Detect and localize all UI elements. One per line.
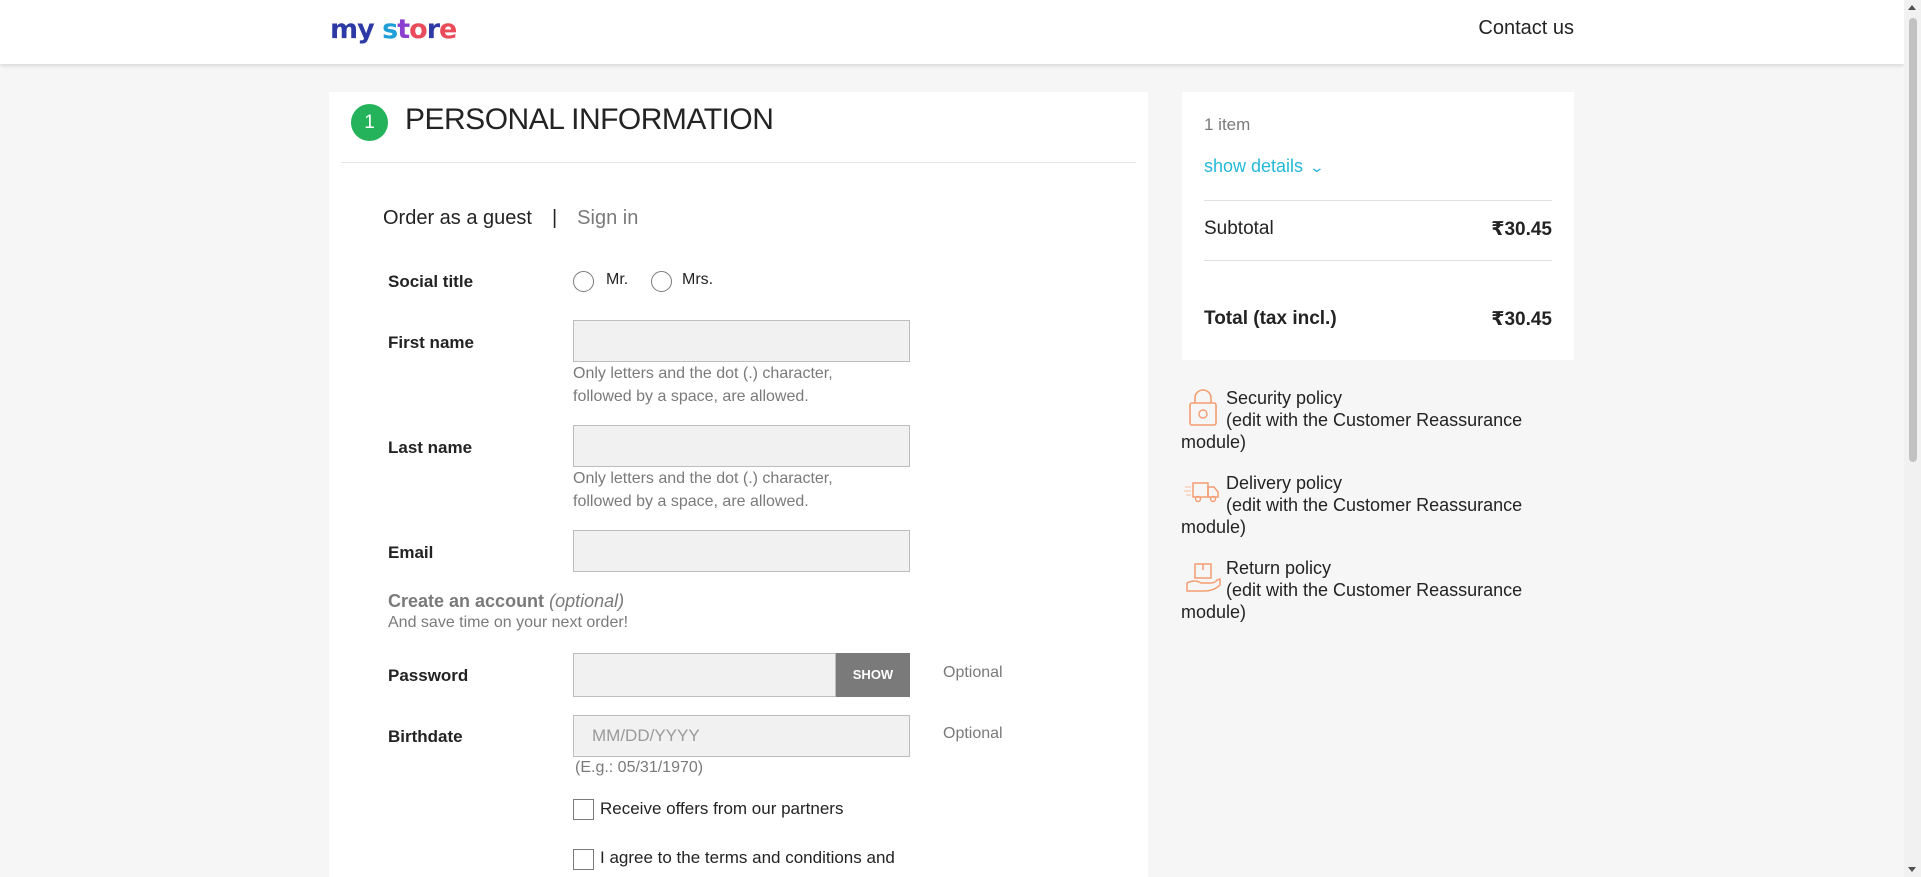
page-scrollbar[interactable] — [1904, 0, 1921, 877]
first-name-input[interactable] — [573, 320, 910, 362]
logo-part: r — [426, 14, 440, 45]
tab-order-as-guest[interactable]: Order as a guest — [383, 207, 532, 229]
reassurance-security: Security policy (edit with the Customer … — [1181, 387, 1576, 457]
return-policy-subtitle: (edit with the Customer Reassurance modu… — [1181, 580, 1523, 622]
terms-checkbox[interactable] — [573, 849, 594, 870]
birthdate-hint: (E.g.: 05/31/1970) — [575, 759, 704, 776]
total-value: ₹30.45 — [1491, 309, 1552, 330]
email-field[interactable] — [573, 530, 910, 572]
scroll-down-arrow-icon[interactable] — [1908, 867, 1916, 872]
last-name-input[interactable] — [573, 425, 910, 467]
tab-sign-in[interactable]: Sign in — [577, 207, 638, 229]
show-details-label: show details — [1204, 156, 1304, 176]
logo-part: my — [330, 14, 375, 45]
last-name-hint-line: Only letters and the dot (.) character, — [573, 470, 833, 487]
logo-part: o — [409, 14, 428, 45]
create-account-title: Create an account (optional) — [388, 591, 624, 612]
delivery-policy-title: Delivery policy — [1226, 473, 1343, 493]
security-policy-title: Security policy — [1226, 388, 1343, 408]
subtotal-label: Subtotal — [1204, 218, 1274, 239]
divider — [1204, 200, 1552, 201]
contact-us-link[interactable]: Contact us — [1478, 17, 1574, 40]
social-title-label: Social title — [388, 272, 474, 291]
terms-checkbox-label[interactable]: I agree to the terms and conditions and — [600, 846, 895, 869]
first-name-hint-line: Only letters and the dot (.) character, — [573, 365, 833, 382]
offers-checkbox-label[interactable]: Receive offers from our partners — [600, 797, 843, 820]
password-input[interactable] — [573, 653, 836, 697]
show-password-button[interactable]: SHOW — [836, 653, 910, 697]
reassurance-return: Return policy (edit with the Customer Re… — [1181, 557, 1576, 627]
radio-mrs[interactable] — [651, 271, 672, 292]
cart-summary: 1 item show details ⌄ Subtotal ₹30.45 Tot… — [1182, 92, 1574, 360]
logo-part: e — [439, 14, 457, 45]
logo-part: t — [397, 14, 410, 45]
birthdate-label: Birthdate — [388, 727, 463, 746]
subtotal-value: ₹30.45 — [1491, 219, 1552, 240]
divider — [1204, 260, 1552, 261]
show-details-toggle[interactable]: show details ⌄ — [1204, 156, 1326, 177]
delivery-policy-subtitle: (edit with the Customer Reassurance modu… — [1181, 495, 1523, 537]
scrollbar-thumb[interactable] — [1909, 18, 1917, 462]
cart-items-count: 1 item — [1204, 115, 1251, 134]
last-name-hint-line: followed by a space, are allowed. — [573, 493, 809, 510]
total-label: Total (tax incl.) — [1204, 308, 1337, 329]
birthdate-input[interactable]: MM/DD/YYYY — [573, 715, 910, 757]
step-header[interactable]: 1 PERSONAL INFORMATION — [329, 92, 1148, 164]
return-policy-title: Return policy — [1226, 558, 1332, 578]
checkout-mode-tabs: Order as a guest | Sign in — [383, 207, 638, 230]
personal-information-section: 1 PERSONAL INFORMATION Order as a guest |… — [329, 92, 1148, 877]
scroll-up-arrow-icon[interactable] — [1908, 5, 1916, 10]
create-account-optional: (optional) — [549, 591, 625, 611]
radio-mr-label: Mr. — [606, 271, 629, 288]
password-label: Password — [388, 666, 469, 685]
email-label: Email — [388, 543, 434, 562]
last-name-label: Last name — [388, 438, 473, 457]
logo-part — [374, 14, 382, 45]
step-title: PERSONAL INFORMATION — [405, 103, 774, 136]
offers-checkbox[interactable] — [573, 799, 594, 820]
divider — [341, 162, 1136, 163]
radio-mrs-label: Mrs. — [682, 271, 714, 288]
tab-separator: | — [551, 207, 558, 229]
logo-part: s — [382, 14, 398, 45]
chevron-down-icon: ⌄ — [1308, 159, 1326, 175]
store-logo[interactable]: my store — [330, 14, 457, 45]
first-name-hint-line: followed by a space, are allowed. — [573, 388, 809, 405]
first-name-hint: Only letters and the dot (.) character, … — [573, 362, 833, 408]
step-number-badge: 1 — [351, 104, 388, 141]
birthdate-optional-label: Optional — [943, 725, 1003, 742]
security-policy-subtitle: (edit with the Customer Reassurance modu… — [1181, 410, 1523, 452]
create-account-title-text: Create an account — [388, 591, 545, 611]
first-name-label: First name — [388, 333, 474, 352]
last-name-hint: Only letters and the dot (.) character, … — [573, 467, 833, 513]
create-account-subtitle: And save time on your next order! — [388, 614, 629, 631]
radio-mr[interactable] — [573, 271, 594, 292]
reassurance-delivery: Delivery policy (edit with the Customer … — [1181, 472, 1576, 542]
site-header: my store Contact us — [0, 0, 1904, 64]
password-optional-label: Optional — [943, 664, 1003, 681]
